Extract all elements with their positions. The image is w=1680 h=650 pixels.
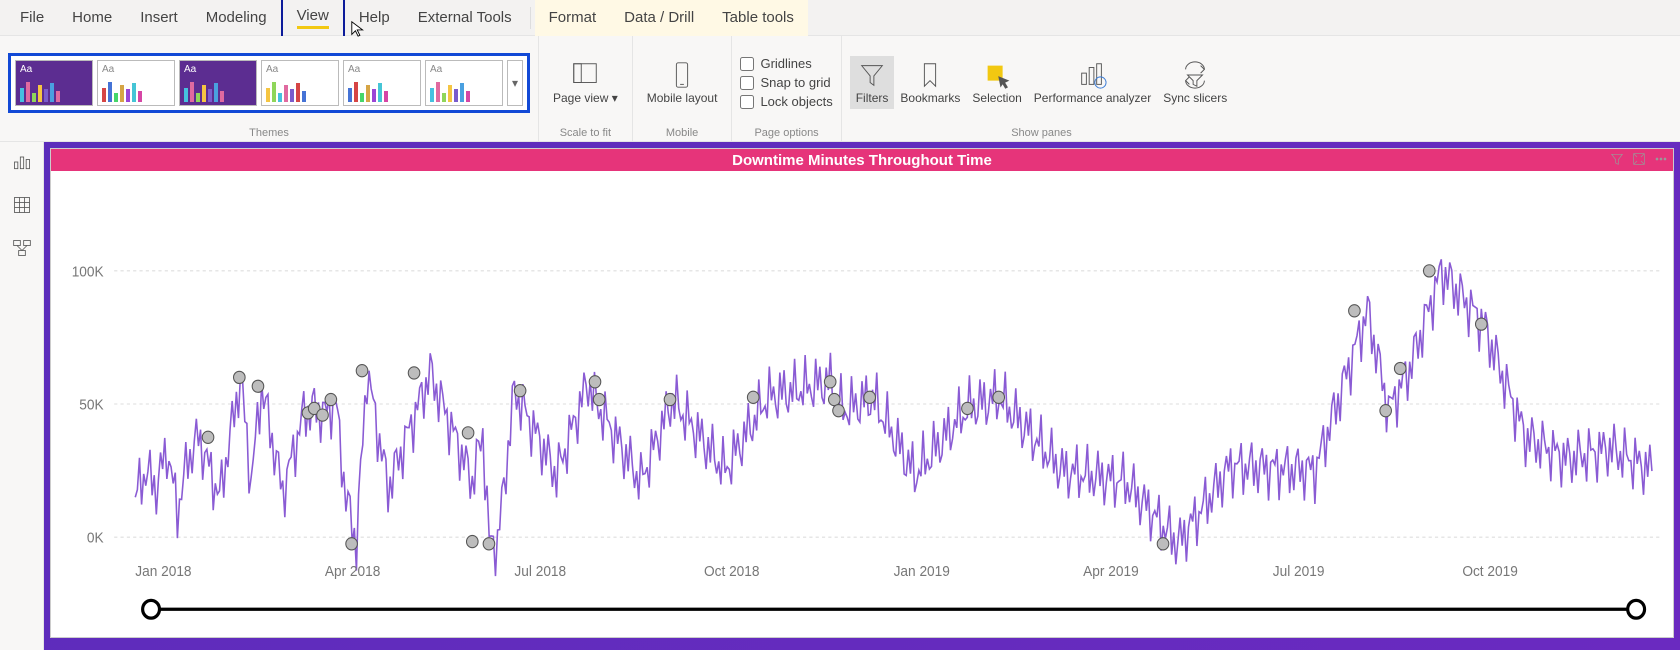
page-view-button[interactable]: Page view ▾	[547, 56, 624, 109]
group-label-scale: Scale to fit	[560, 125, 611, 141]
data-view-icon[interactable]	[12, 195, 32, 220]
svg-text:Jul 2018: Jul 2018	[514, 563, 566, 579]
report-view-icon[interactable]	[12, 152, 32, 177]
group-label-show-panes: Show panes	[1011, 125, 1072, 141]
workspace: Downtime Minutes Throughout Time 100K 50…	[0, 142, 1680, 650]
theme-thumb-5[interactable]: Aa	[343, 60, 421, 106]
svg-text:100K: 100K	[72, 263, 105, 279]
mobile-layout-button[interactable]: Mobile layout	[641, 56, 724, 109]
group-label-page-options: Page options	[754, 125, 818, 141]
svg-text:Jan 2018: Jan 2018	[135, 563, 191, 579]
report-canvas[interactable]: Downtime Minutes Throughout Time 100K 50…	[44, 142, 1680, 650]
svg-text:0K: 0K	[87, 529, 104, 545]
group-page-options: Gridlines Snap to grid Lock objects Page…	[732, 36, 841, 141]
performance-analyzer-button[interactable]: Performance analyzer	[1028, 56, 1157, 109]
tab-table-tools[interactable]: Table tools	[708, 0, 808, 36]
lock-objects-checkbox[interactable]: Lock objects	[740, 94, 832, 109]
svg-text:Jan 2019: Jan 2019	[894, 563, 950, 579]
view-switcher	[0, 142, 44, 650]
tab-help[interactable]: Help	[345, 0, 404, 36]
range-slider-end[interactable]	[1628, 600, 1645, 618]
group-label-themes: Themes	[249, 125, 289, 141]
selection-pane-button[interactable]: Selection	[966, 56, 1027, 109]
ribbon: Aa Aa Aa Aa Aa	[0, 36, 1680, 142]
svg-text:Jul 2019: Jul 2019	[1273, 563, 1325, 579]
range-slider-start[interactable]	[143, 600, 160, 618]
theme-thumb-2[interactable]: Aa	[97, 60, 175, 106]
model-view-icon[interactable]	[12, 238, 32, 263]
more-options-icon[interactable]	[1653, 151, 1669, 171]
tab-home[interactable]: Home	[58, 0, 126, 36]
focus-mode-icon[interactable]	[1631, 151, 1647, 171]
themes-more-button[interactable]: ▾	[507, 60, 523, 106]
tab-data-drill[interactable]: Data / Drill	[610, 0, 708, 36]
filter-icon[interactable]	[1609, 151, 1625, 171]
line-series	[135, 259, 1652, 576]
theme-thumb-1[interactable]: Aa	[15, 60, 93, 106]
svg-text:Apr 2018: Apr 2018	[325, 563, 381, 579]
theme-thumb-6[interactable]: Aa	[425, 60, 503, 106]
theme-thumb-3[interactable]: Aa	[179, 60, 257, 106]
group-themes: Aa Aa Aa Aa Aa	[0, 36, 539, 141]
group-label-mobile: Mobile	[666, 125, 698, 141]
svg-text:Oct 2018: Oct 2018	[704, 563, 760, 579]
anomaly-markers	[202, 265, 1487, 550]
gridlines-checkbox[interactable]: Gridlines	[740, 56, 832, 71]
tab-view[interactable]: View	[281, 0, 345, 36]
tab-modeling[interactable]: Modeling	[192, 0, 281, 36]
tab-separator	[530, 7, 531, 29]
line-chart-visual[interactable]: Downtime Minutes Throughout Time 100K 50…	[50, 148, 1674, 638]
visual-header-icons	[1609, 151, 1669, 171]
chart-plot-area[interactable]: 100K 50K 0K Jan 2018 Apr 2018 Jul 2018 O…	[51, 171, 1673, 637]
group-show-panes: Filters Bookmarks Selection Performance …	[842, 36, 1241, 141]
tab-external-tools[interactable]: External Tools	[404, 0, 526, 36]
visual-title-bar: Downtime Minutes Throughout Time	[51, 149, 1673, 171]
menu-tabs: File Home Insert Modeling View Help Exte…	[0, 0, 1680, 36]
tab-file[interactable]: File	[6, 0, 58, 36]
svg-text:Oct 2019: Oct 2019	[1462, 563, 1518, 579]
themes-gallery[interactable]: Aa Aa Aa Aa Aa	[8, 53, 530, 113]
tab-format[interactable]: Format	[535, 0, 611, 36]
svg-text:50K: 50K	[79, 396, 104, 412]
visual-title: Downtime Minutes Throughout Time	[732, 152, 992, 169]
group-scale: Page view ▾ Scale to fit	[539, 36, 633, 141]
theme-thumb-4[interactable]: Aa	[261, 60, 339, 106]
tab-insert[interactable]: Insert	[126, 0, 192, 36]
sync-slicers-button[interactable]: Sync slicers	[1157, 56, 1233, 109]
svg-text:Apr 2019: Apr 2019	[1083, 563, 1139, 579]
bookmarks-pane-button[interactable]: Bookmarks	[894, 56, 966, 109]
filters-pane-button[interactable]: Filters	[850, 56, 895, 109]
snap-to-grid-checkbox[interactable]: Snap to grid	[740, 75, 832, 90]
group-mobile: Mobile layout Mobile	[633, 36, 733, 141]
